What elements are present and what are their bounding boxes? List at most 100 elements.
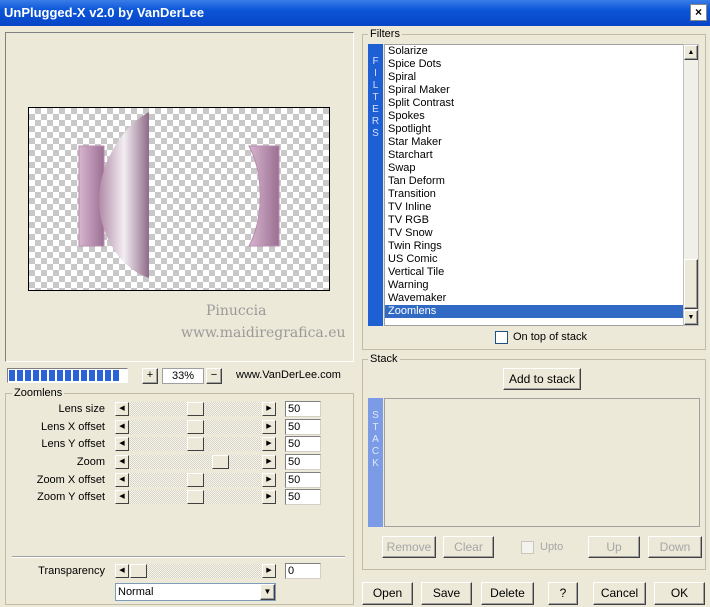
filter-list-item[interactable]: Star Maker [385, 136, 683, 149]
filters-list[interactable]: Solarize Spice Dots Spiral Spiral Maker Spli… [384, 44, 684, 326]
zoom-in-button[interactable]: + [142, 368, 158, 384]
param-left-arrow-icon[interactable]: ◀ [115, 490, 129, 504]
param-slider-track[interactable] [130, 455, 261, 469]
open-button[interactable]: Open [362, 582, 413, 605]
ok-button[interactable]: OK [654, 582, 705, 605]
progress-segment [17, 370, 23, 381]
filter-list-item[interactable]: TV Snow [385, 227, 683, 240]
save-button[interactable]: Save [421, 582, 472, 605]
param-left-arrow-icon[interactable]: ◀ [115, 473, 129, 487]
param-right-arrow-icon[interactable]: ▶ [262, 420, 276, 434]
param-slider-track[interactable] [130, 437, 261, 451]
transparency-value-field[interactable]: 0 [285, 563, 321, 579]
param-left-arrow-icon[interactable]: ◀ [115, 402, 129, 416]
vanderlee-link[interactable]: www.VanDerLee.com [236, 369, 341, 381]
remove-button[interactable]: Remove [382, 536, 436, 558]
down-button[interactable]: Down [648, 536, 702, 558]
preview-image [28, 107, 330, 291]
filter-list-item[interactable]: Spice Dots [385, 58, 683, 71]
param-slider-track[interactable] [130, 402, 261, 416]
stack-list[interactable] [384, 398, 700, 527]
stack-group-label: Stack [368, 353, 400, 365]
cancel-button[interactable]: Cancel [593, 582, 646, 605]
filter-list-item[interactable]: Spotlight [385, 123, 683, 136]
help-button[interactable]: ? [548, 582, 578, 605]
param-slider-track[interactable] [130, 490, 261, 504]
param-label: Zoom Y offset [37, 491, 105, 503]
zoom-out-button[interactable]: − [206, 368, 222, 384]
progress-segment [49, 370, 55, 381]
upto-checkbox[interactable] [521, 541, 534, 554]
filter-list-item[interactable]: Solarize [385, 45, 683, 58]
param-value-field[interactable]: 50 [285, 419, 321, 435]
zoom-level: 33% [162, 368, 204, 384]
filters-side-label: FILTERS [368, 44, 383, 326]
add-to-stack-button[interactable]: Add to stack [503, 368, 581, 390]
watermark-line2: www.maidiregrafica.eu [181, 325, 346, 341]
delete-button[interactable]: Delete [481, 582, 534, 605]
param-slider-track[interactable] [130, 473, 261, 487]
param-right-arrow-icon[interactable]: ▶ [262, 437, 276, 451]
param-slider-track[interactable] [130, 420, 261, 434]
progress-segment [113, 370, 119, 381]
transparency-thumb[interactable] [130, 564, 147, 578]
scroll-down-arrow-icon[interactable]: ▼ [684, 310, 698, 325]
lens-shape-graphic [78, 112, 280, 278]
filter-list-item[interactable]: Transition [385, 188, 683, 201]
param-right-arrow-icon[interactable]: ▶ [262, 455, 276, 469]
filter-list-item[interactable]: Tan Deform [385, 175, 683, 188]
transparency-track[interactable] [130, 564, 261, 578]
scroll-thumb[interactable] [684, 259, 698, 309]
progress-segment [9, 370, 15, 381]
filter-list-item[interactable]: TV Inline [385, 201, 683, 214]
close-button[interactable]: × [690, 4, 707, 21]
progress-segment [25, 370, 31, 381]
param-left-arrow-icon[interactable]: ◀ [115, 455, 129, 469]
window-title: UnPlugged-X v2.0 by VanDerLee [4, 5, 205, 20]
filter-list-item[interactable]: Spiral Maker [385, 84, 683, 97]
param-value-field[interactable]: 50 [285, 489, 321, 505]
filter-list-item[interactable]: US Comic [385, 253, 683, 266]
scroll-up-arrow-icon[interactable]: ▲ [684, 45, 698, 60]
param-slider-thumb[interactable] [212, 455, 229, 469]
filter-list-item[interactable]: Split Contrast [385, 97, 683, 110]
blend-mode-select[interactable]: Normal ▼ [115, 583, 276, 601]
param-left-arrow-icon[interactable]: ◀ [115, 420, 129, 434]
progress-segment [97, 370, 103, 381]
filter-list-item[interactable]: Wavemaker [385, 292, 683, 305]
filter-list-item[interactable]: Zoomlens [385, 305, 683, 318]
filter-list-item[interactable]: Spiral [385, 71, 683, 84]
param-value-field[interactable]: 50 [285, 454, 321, 470]
chevron-down-icon[interactable]: ▼ [260, 584, 275, 600]
transparency-left-arrow[interactable]: ◀ [115, 564, 129, 578]
param-label: Lens size [58, 403, 105, 415]
separator [12, 556, 345, 558]
filter-list-item[interactable]: Vertical Tile [385, 266, 683, 279]
param-slider-thumb[interactable] [187, 420, 204, 434]
filters-scrollbar[interactable]: ▲ ▼ [683, 44, 699, 326]
param-slider-thumb[interactable] [187, 490, 204, 504]
progress-bar [7, 368, 128, 383]
param-right-arrow-icon[interactable]: ▶ [262, 473, 276, 487]
up-button[interactable]: Up [588, 536, 640, 558]
param-slider-thumb[interactable] [187, 437, 204, 451]
clear-button[interactable]: Clear [443, 536, 494, 558]
on-top-checkbox[interactable] [495, 331, 508, 344]
transparency-label: Transparency [38, 565, 105, 577]
param-slider-thumb[interactable] [187, 402, 204, 416]
param-value-field[interactable]: 50 [285, 401, 321, 417]
filter-list-item[interactable]: Starchart [385, 149, 683, 162]
filter-list-item[interactable]: Warning [385, 279, 683, 292]
param-left-arrow-icon[interactable]: ◀ [115, 437, 129, 451]
param-right-arrow-icon[interactable]: ▶ [262, 402, 276, 416]
filter-list-item[interactable]: Twin Rings [385, 240, 683, 253]
filter-list-item[interactable]: Swap [385, 162, 683, 175]
param-value-field[interactable]: 50 [285, 472, 321, 488]
param-value-field[interactable]: 50 [285, 436, 321, 452]
param-right-arrow-icon[interactable]: ▶ [262, 490, 276, 504]
filter-list-item[interactable]: TV RGB [385, 214, 683, 227]
transparency-right-arrow[interactable]: ▶ [262, 564, 276, 578]
filter-list-item[interactable]: Spokes [385, 110, 683, 123]
param-slider-thumb[interactable] [187, 473, 204, 487]
progress-segment [73, 370, 79, 381]
